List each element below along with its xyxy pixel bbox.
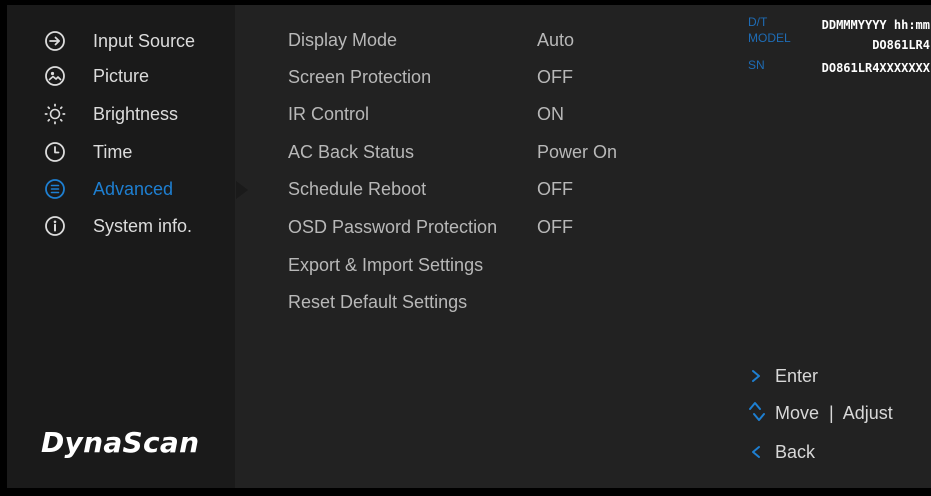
- datetime-value: DDMMMYYYY hh:mm: [821, 18, 930, 32]
- info-icon: [44, 215, 66, 237]
- serial-number-value: DO861LR4XXXXXXX: [821, 61, 930, 75]
- enter-hint: Enter: [746, 363, 926, 389]
- advanced-icon: [44, 178, 66, 200]
- back-hint-label: Back: [775, 442, 816, 462]
- menu-item-system-info[interactable]: System info.: [44, 214, 229, 238]
- menu-item-picture[interactable]: Picture: [44, 64, 229, 88]
- setting-display-mode[interactable]: Display Mode Auto: [288, 27, 668, 53]
- menu-item-label: Picture: [93, 66, 150, 86]
- setting-label: AC Back Status: [288, 142, 415, 162]
- menu-item-input-source[interactable]: Input Source: [44, 29, 229, 53]
- setting-value: OFF: [537, 67, 573, 87]
- setting-label: Export & Import Settings: [288, 255, 484, 275]
- osd-screen: Input Source Picture Brightness Time Adv…: [0, 0, 931, 496]
- back-hint: Back: [746, 439, 926, 465]
- menu-item-advanced[interactable]: Advanced: [44, 177, 229, 201]
- menu-item-time[interactable]: Time: [44, 140, 229, 164]
- model-value: DO861LR4: [872, 38, 930, 52]
- setting-screen-protection[interactable]: Screen Protection OFF: [288, 64, 668, 90]
- datetime-label: D/T: [748, 15, 768, 29]
- setting-value: Auto: [537, 30, 575, 50]
- setting-label: IR Control: [288, 104, 370, 124]
- enter-hint-label: Enter: [775, 366, 819, 386]
- setting-value: Power On: [537, 142, 618, 162]
- serial-number-label: SN: [748, 58, 765, 72]
- setting-label: OSD Password Protection: [288, 217, 498, 237]
- setting-ac-back-status[interactable]: AC Back Status Power On: [288, 139, 668, 165]
- enter-chevron-icon: [746, 363, 766, 389]
- move-adjust-hint: Move | Adjust: [746, 400, 926, 426]
- input-source-icon: [44, 30, 66, 52]
- setting-label: Display Mode: [288, 30, 398, 50]
- setting-osd-password-protection[interactable]: OSD Password Protection OFF: [288, 214, 668, 240]
- menu-item-label: Brightness: [93, 104, 179, 124]
- setting-value: OFF: [537, 179, 573, 199]
- setting-export-import-settings[interactable]: Export & Import Settings: [288, 252, 668, 278]
- clock-icon: [44, 141, 66, 163]
- setting-value: ON: [537, 104, 564, 124]
- dynascan-logo: DynaScan: [41, 426, 200, 459]
- setting-reset-default-settings[interactable]: Reset Default Settings: [288, 289, 668, 315]
- setting-ir-control[interactable]: IR Control ON: [288, 101, 668, 127]
- menu-item-label: Input Source: [93, 31, 196, 51]
- up-down-chevron-icon: [746, 400, 766, 426]
- back-chevron-icon: [746, 439, 766, 465]
- menu-item-label: Advanced: [93, 179, 174, 199]
- menu-item-label: System info.: [93, 216, 193, 236]
- setting-schedule-reboot[interactable]: Schedule Reboot OFF: [288, 176, 668, 202]
- setting-label: Screen Protection: [288, 67, 432, 87]
- move-adjust-hint-label: Move | Adjust: [775, 403, 893, 423]
- brightness-icon: [44, 103, 66, 125]
- setting-label: Schedule Reboot: [288, 179, 427, 199]
- setting-value: OFF: [537, 217, 573, 237]
- picture-icon: [44, 65, 66, 87]
- menu-item-label: Time: [93, 142, 133, 162]
- menu-item-brightness[interactable]: Brightness: [44, 102, 229, 126]
- model-label: MODEL: [748, 31, 791, 45]
- active-pointer: [236, 181, 248, 199]
- setting-label: Reset Default Settings: [288, 292, 468, 312]
